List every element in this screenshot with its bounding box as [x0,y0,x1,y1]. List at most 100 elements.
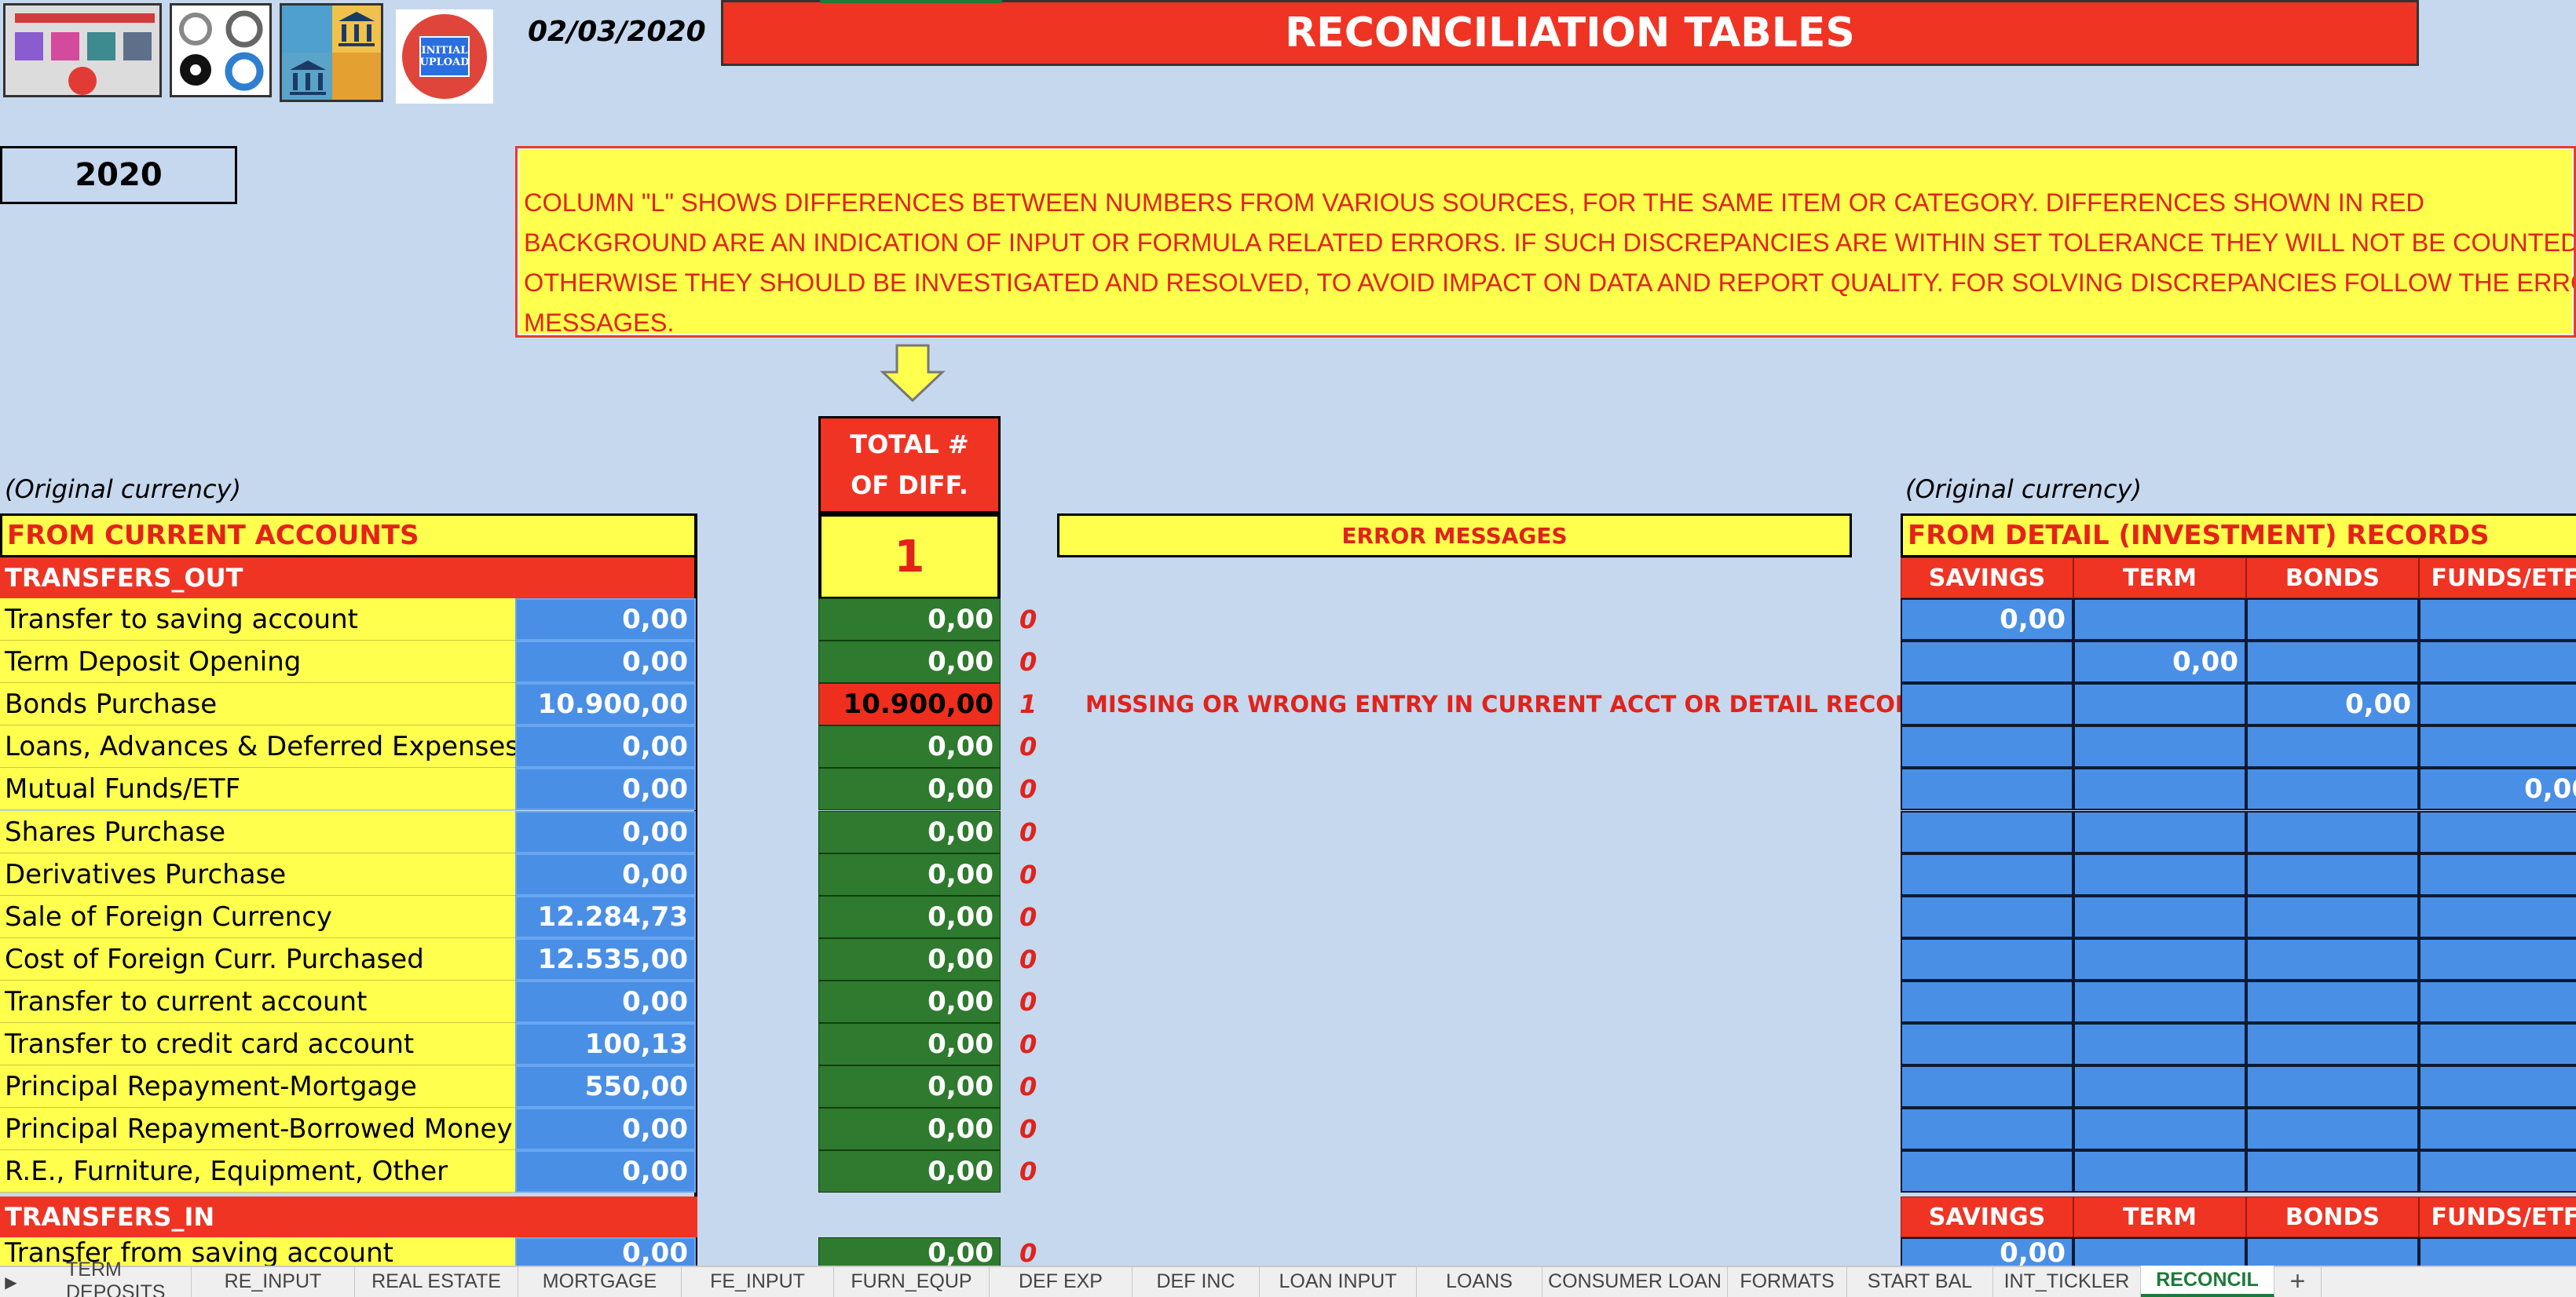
row-diff: 0,00 [818,1023,1001,1065]
right-table-cell [2419,811,2576,853]
right-column-header: SAVINGS [1901,557,2073,598]
left-table-header: FROM CURRENT ACCOUNTS [0,513,697,557]
right-table-cell [2246,981,2419,1023]
right-table-cell [2246,598,2419,641]
sheet-tab[interactable]: RE_INPUT [192,1266,355,1297]
sheet-tab[interactable]: LOAN INPUT [1260,1266,1417,1297]
dashboard-icon[interactable] [3,3,162,97]
right-table-cell [2419,725,2576,768]
row-value: 0,00 [515,641,696,683]
year-text: 2020 [75,157,163,193]
total-diff-count-value: 1 [894,531,925,583]
right-table-cell [2419,1065,2576,1108]
sheet-tab[interactable]: MORTGAGE [518,1266,682,1297]
transfers-in-header: TRANSFERS_IN [0,1197,697,1237]
row-diff: 0,00 [818,1108,1001,1150]
right-table-cell [1901,641,2073,683]
right-table-cell [2419,1150,2576,1193]
sheet-tab[interactable]: TERM DEPOSITS [66,1259,192,1297]
row-value: 100,13 [515,1023,696,1065]
sheet-tab[interactable]: START BAL [1847,1266,1993,1297]
row-diff-count: 1 [1019,689,1037,719]
right-in-cell [2073,1237,2246,1269]
right-table-cell [2419,853,2576,896]
right-in-cell: 0,00 [1901,1237,2073,1269]
sheet-tab[interactable]: RECONCIL [2141,1266,2274,1297]
row-diff: 0,00 [818,768,1001,810]
right-table-cell [1901,896,2073,938]
transfer-in-row-value: 0,00 [515,1237,696,1269]
sheet-tab[interactable]: FURN_EQUP [834,1266,990,1297]
right-table-cell [2246,1023,2419,1065]
initial-upload-icon[interactable]: INITIAL UPLOAD [396,9,493,104]
right-table-cell [2246,641,2419,683]
right-table-cell [2246,725,2419,768]
row-diff: 0,00 [818,896,1001,938]
transfer-in-row-count: 0 [1019,1238,1037,1268]
sheet-tab[interactable]: INT_TICKLER [1993,1266,2141,1297]
row-label: Transfer to credit card account [0,1023,515,1065]
sheet-tab[interactable]: DEF INC [1132,1266,1260,1297]
arrow-down-icon [880,344,946,403]
row-diff: 10.900,00 [818,683,1001,725]
row-diff-count: 0 [1019,774,1037,804]
sheet-tab[interactable]: CONSUMER LOAN [1542,1266,1728,1297]
right-table-cell [2073,683,2246,725]
right-table-cell [2246,853,2419,896]
settings-gears-icon[interactable] [170,3,272,97]
row-label: Term Deposit Opening [0,641,515,683]
row-value: 0,00 [515,725,696,768]
right-table-cell [1901,853,2073,896]
sheet-tab[interactable]: REAL ESTATE [355,1266,518,1297]
report-date: 02/03/2020 [528,16,706,48]
right-column-header: FUNDS/ETF [2419,557,2576,598]
row-value: 0,00 [515,768,696,810]
right-table-cell [2419,683,2576,725]
header-green-marker [820,0,1002,3]
row-value: 0,00 [515,811,696,853]
error-messages-header-text: ERROR MESSAGES [1341,522,1568,549]
sheet-tab[interactable]: FORMATS [1728,1266,1847,1297]
row-diff-count: 0 [1019,732,1037,762]
year-box: 2020 [0,146,237,204]
right-table-cell [1901,938,2073,981]
row-value: 0,00 [515,981,696,1023]
row-diff: 0,00 [818,981,1001,1023]
initial-upload-text-2: UPLOAD [419,57,470,68]
right-column-header-in: BONDS [2246,1197,2419,1237]
transfers-out-header: TRANSFERS_OUT [0,557,697,598]
tab-scroll-arrow-icon[interactable]: ▶ [0,1267,22,1297]
right-table-cell [2246,811,2419,853]
right-table-cell [1901,811,2073,853]
row-label: Principal Repayment-Borrowed Money [0,1108,515,1150]
right-table-cell [2073,981,2246,1023]
left-currency-note: (Original currency) [5,474,242,504]
right-table-cell [1901,725,2073,768]
right-table-cell: 0,00 [2073,641,2246,683]
sheet-tab[interactable]: FE_INPUT [682,1266,834,1297]
right-table-cell [2073,853,2246,896]
institutions-icon[interactable] [280,3,383,102]
row-value: 12.535,00 [515,938,696,981]
row-value: 0,00 [515,598,696,641]
total-diff-header-line2: OF DIFF. [851,470,968,500]
row-diff-count: 0 [1019,817,1037,847]
initial-upload-text-1: INITIAL [421,45,468,57]
row-diff: 0,00 [818,938,1001,981]
right-table-cell [2246,896,2419,938]
right-table-cell [2073,768,2246,810]
row-label: Loans, Advances & Deferred Expenses [0,725,515,768]
sheet-tab[interactable]: LOANS [1417,1266,1542,1297]
sheet-tab[interactable]: DEF EXP [990,1266,1132,1297]
page-title: RECONCILIATION TABLES [721,0,2419,66]
right-table-cell [2246,1150,2419,1193]
right-table-cell [2419,598,2576,641]
row-diff: 0,00 [818,1150,1001,1193]
row-label: Transfer to saving account [0,598,515,641]
transfer-in-row-diff: 0,00 [818,1237,1001,1269]
add-sheet-button[interactable]: + [2274,1266,2322,1297]
row-label: Bonds Purchase [0,683,515,725]
row-diff: 0,00 [818,853,1001,896]
right-table-cell: 0,00 [1901,598,2073,641]
right-in-cell [2419,1237,2576,1269]
